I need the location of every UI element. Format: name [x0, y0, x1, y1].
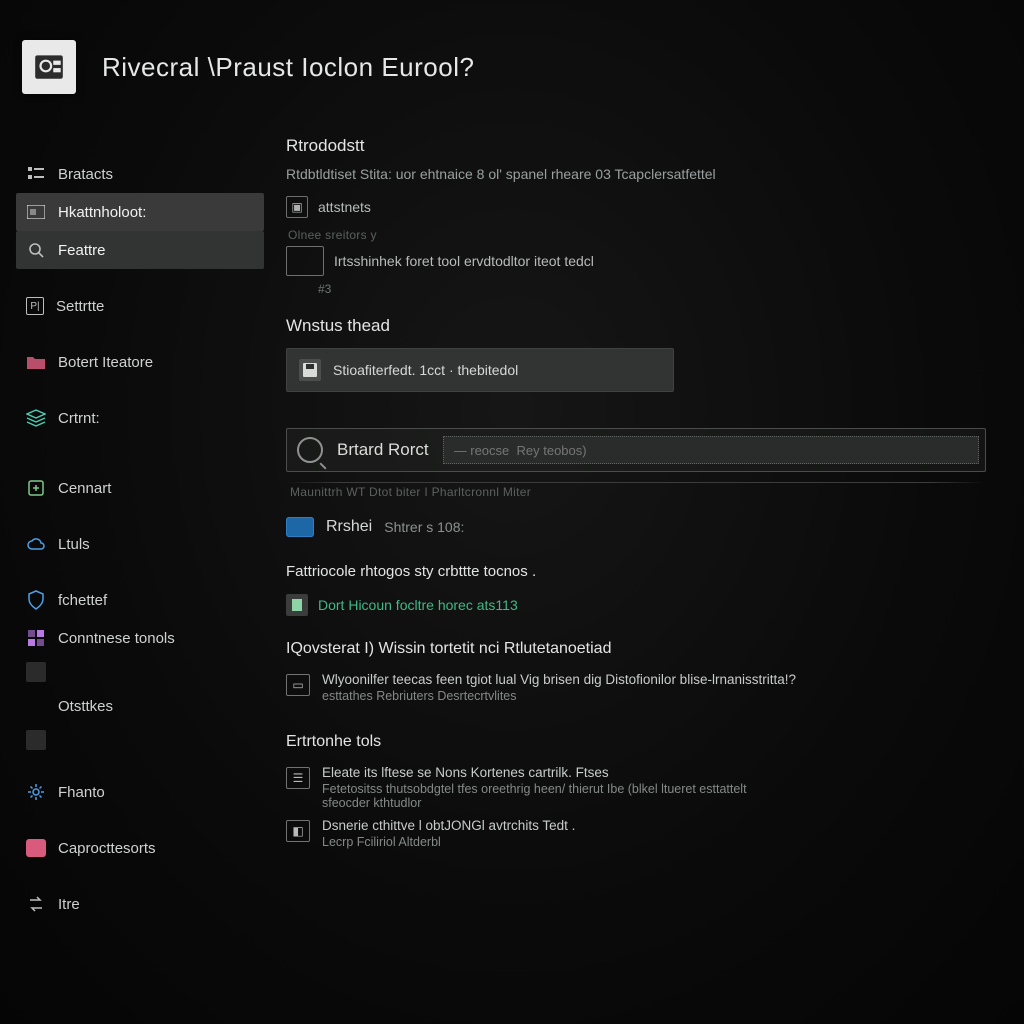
page-title: Rivecral \Praust Ioclon Eurool? — [102, 52, 474, 83]
save-icon — [299, 359, 321, 381]
item-sub: Fetetositss thutsobdgtel tfes oreethrig … — [322, 782, 747, 810]
subsection-title: IQovsterat I) Wissin tortetit nci Rtlute… — [286, 640, 1004, 658]
sidebar-item-label: Conntnese tonols — [58, 630, 175, 647]
sidebar-item-label: Bratacts — [58, 166, 113, 183]
sidebar-item-label: Ltuls — [58, 536, 90, 553]
section-description: Rtdbtldtiset Stita: uor ehtnaice 8 ol' s… — [286, 166, 1004, 182]
sidebar-item-hkattnholoot[interactable]: Hkattnholoot: — [16, 193, 264, 231]
sidebar-item-bratacts[interactable]: Bratacts — [16, 155, 264, 193]
search-icon — [26, 240, 46, 260]
search-input[interactable] — [443, 436, 979, 464]
sidebar-item-crtrnt[interactable]: Crtrnt: — [16, 399, 264, 437]
section-title: Ertrtonhe tols — [286, 733, 1004, 751]
status-card[interactable]: Stioafiterfedt. 1cct · thebitedol — [286, 348, 674, 392]
main-content: Rtrododstt Rtdbtldtiset Stita: uor ehtna… — [286, 130, 1004, 1024]
gear-icon — [26, 782, 46, 802]
sidebar-item-itre[interactable]: Itre — [16, 885, 264, 923]
page-icon: ◧ — [286, 820, 310, 842]
shield-icon — [26, 590, 46, 610]
tag-icon: P| — [26, 297, 44, 315]
section-title: Rtrododstt — [286, 136, 1004, 156]
link-label: Dort Hicoun focltre horec ats113 — [318, 597, 518, 613]
app-badge-icon — [286, 517, 314, 537]
rows-icon — [26, 696, 46, 716]
app-icon — [22, 40, 76, 94]
option-label: Irtsshinhek foret tool ervdtodltor iteot… — [334, 253, 594, 269]
placeholder-icon — [26, 662, 46, 682]
sidebar-item-cennart[interactable]: Cennart — [16, 469, 264, 507]
folder-icon — [26, 352, 46, 372]
sidebar-item-fhanto[interactable]: Fhanto — [16, 773, 264, 811]
monitor-icon: ▭ — [286, 674, 310, 696]
info-line-1: Wlyoonilfer teecas feen tgiot lual Vig b… — [322, 672, 796, 687]
search-icon — [297, 437, 323, 463]
grid-icon — [26, 628, 46, 648]
sidebar-item-settrtte[interactable]: P| Settrtte — [16, 287, 264, 325]
sidebar-item-label: Botert Iteatore — [58, 354, 153, 371]
sidebar-item-otsttkes[interactable]: Otsttkes — [16, 687, 264, 725]
sidebar-item-label: Caprocttesorts — [58, 840, 156, 857]
sidebar-item-label: fchettef — [58, 592, 107, 609]
option-row-1[interactable]: ▣ attstnets — [286, 192, 1004, 222]
sidebar-item-label: Fhanto — [58, 784, 105, 801]
page-icon: ☰ — [286, 767, 310, 789]
sidebar-muted-row — [16, 657, 264, 687]
box-icon — [26, 478, 46, 498]
cloud-icon — [26, 534, 46, 554]
sidebar-muted-row-2 — [16, 725, 264, 755]
sidebar-item-label: Itre — [58, 896, 80, 913]
option-group-label: Olnee sreitors y — [288, 228, 1004, 242]
sidebar-item-feattre[interactable]: Feattre — [16, 231, 264, 269]
info-row[interactable]: ▭ Wlyoonilfer teecas feen tgiot lual Vig… — [286, 668, 1004, 707]
sidebar-item-label: Crtrnt: — [58, 410, 100, 427]
divider — [286, 482, 986, 483]
badge-row[interactable]: Rrshei Shtrer s 108: — [286, 517, 1004, 537]
card-icon — [26, 202, 46, 222]
thumb-icon — [286, 246, 324, 276]
section-title: Fattriocole rhtogos sty crbttte tocnos . — [286, 563, 1004, 580]
search-hint: Maunittrh WT Dtot biter I Pharltcronnl M… — [290, 485, 1004, 499]
badge-label: Rrshei — [326, 518, 372, 536]
sidebar-item-label: Feattre — [58, 242, 106, 259]
option-row-2[interactable]: Irtsshinhek foret tool ervdtodltor iteot… — [286, 242, 1004, 280]
status-text: Stioafiterfedt. 1cct · thebitedol — [333, 362, 518, 378]
swap-icon — [26, 894, 46, 914]
doc-icon — [286, 594, 308, 616]
stack-icon — [26, 408, 46, 428]
placeholder-icon — [26, 730, 46, 750]
checkbox-icon[interactable]: ▣ — [286, 196, 308, 218]
sidebar: Bratacts Hkattnholoot: Feattre P| Settrt… — [16, 155, 264, 923]
sidebar-item-caproct[interactable]: Caprocttesorts — [16, 829, 264, 867]
list-item[interactable]: ☰ Eleate its lftese se Nons Kortenes car… — [286, 761, 1004, 814]
link-row[interactable]: Dort Hicoun focltre horec ats113 — [286, 590, 1004, 620]
capture-icon — [26, 839, 46, 857]
sidebar-item-conntnese[interactable]: Conntnese tonols — [16, 619, 264, 657]
badge-sub: Shtrer s 108: — [384, 519, 464, 535]
sidebar-item-fchettef[interactable]: fchettef — [16, 581, 264, 619]
search-label: Brtard Rorct — [337, 440, 429, 460]
item-title: Eleate its lftese se Nons Kortenes cartr… — [322, 765, 747, 780]
option-caption: #3 — [318, 282, 1004, 296]
section-title: Wnstus thead — [286, 316, 1004, 336]
info-line-2: esttathes Rebriuters Desrtecrtvlites — [322, 689, 796, 703]
sidebar-item-botert[interactable]: Botert Iteatore — [16, 343, 264, 381]
list-icon — [26, 164, 46, 184]
item-title: Dsnerie cthittve l obtJONGl avtrchits Te… — [322, 818, 575, 833]
item-sub: Lecrp Fciliriol Altderbl — [322, 835, 575, 849]
option-label: attstnets — [318, 199, 371, 215]
sidebar-item-label: Hkattnholoot: — [58, 204, 146, 221]
sidebar-item-label: Otsttkes — [58, 698, 113, 715]
sidebar-item-label: Cennart — [58, 480, 111, 497]
sidebar-item-ltuls[interactable]: Ltuls — [16, 525, 264, 563]
sidebar-item-label: Settrtte — [56, 298, 104, 315]
list-item[interactable]: ◧ Dsnerie cthittve l obtJONGl avtrchits … — [286, 814, 1004, 853]
search-bar[interactable]: Brtard Rorct — [286, 428, 986, 472]
